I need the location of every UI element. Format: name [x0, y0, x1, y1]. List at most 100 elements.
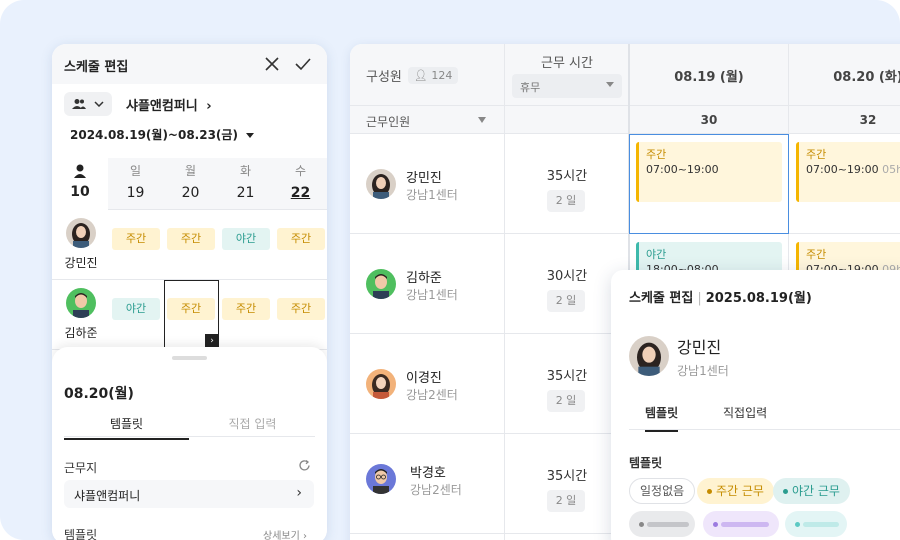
shift-chip[interactable]: 주간	[112, 228, 160, 250]
workplace-label: 근무지	[64, 461, 98, 475]
mobile-title: 스케줄 편집	[64, 60, 129, 75]
shift-chip[interactable]: 주간	[167, 228, 215, 250]
member-name[interactable]: 박경호	[410, 462, 446, 481]
member-name[interactable]: 김하준	[406, 267, 442, 286]
expand-arrow-icon[interactable]: ›	[205, 334, 219, 348]
day-column[interactable]: 수 22	[273, 162, 327, 201]
close-icon[interactable]	[264, 56, 280, 76]
avatar	[66, 218, 96, 248]
chevron-right-icon: ›	[296, 485, 302, 501]
date-range-selector[interactable]: 2024.08.19(월)~08.23(금)	[70, 126, 254, 143]
work-days: 2 일	[547, 190, 585, 212]
rest-filter-select[interactable]: 휴무	[512, 74, 622, 98]
shift-time: 07:00~19:00	[806, 163, 879, 176]
work-days: 2 일	[547, 290, 585, 312]
shift-block[interactable]: 주간 07:00~19:00 05h	[796, 142, 900, 202]
day-number: 20	[181, 185, 200, 201]
template-section-label: 템플릿	[629, 456, 663, 470]
day-header-row: 10 일 19 월 20 화 21 수 22	[52, 158, 327, 210]
person-icon	[74, 164, 86, 178]
bottom-sheet: 08.20(월) 템플릿 직접 입력 근무지 샤플앤컴퍼니 › 템플릿 상세보기…	[52, 347, 327, 540]
chip-day-shift[interactable]: 주간 근무	[697, 478, 774, 504]
table-row: 강민진 주간 주간 야간 주간	[52, 210, 327, 280]
tab-direct-input[interactable]: 직접 입력	[190, 415, 315, 432]
popover-tabs: 템플릿 직접입력	[629, 402, 900, 432]
work-hours: 35시간	[546, 169, 588, 184]
shift-chip[interactable]: 야간	[222, 228, 270, 250]
caret-down-icon	[245, 133, 254, 138]
popover-person-dept: 강남1센터	[677, 364, 729, 378]
member-dept: 강남2센터	[410, 483, 462, 497]
refresh-icon[interactable]	[298, 459, 311, 472]
member-name[interactable]: 이경진	[406, 367, 442, 386]
member-column-header[interactable]: 구성원 👤︎ 124	[366, 66, 459, 85]
group-selector-button[interactable]	[64, 92, 112, 116]
day-column[interactable]: 월 20	[163, 162, 218, 201]
person-icon: 👤︎	[413, 69, 428, 82]
company-selector[interactable]: 샤플앤컴퍼니 ›	[126, 95, 212, 114]
day-name: 월	[184, 164, 197, 178]
work-time-header: 근무 시간	[541, 56, 593, 71]
detail-link-text: 상세보기	[263, 531, 300, 540]
workplace-field[interactable]: 샤플앤컴퍼니 ›	[64, 480, 314, 508]
mobile-schedule-panel: 스케줄 편집 샤플앤컴퍼니 › 2024.08.19(월)~08.23(금) 1…	[52, 44, 327, 540]
mobile-top-bar: 스케줄 편집	[52, 44, 327, 84]
tab-template[interactable]: 템플릿	[64, 415, 189, 440]
selected-cell-highlight[interactable]	[629, 134, 789, 234]
filter-caret-icon[interactable]	[478, 117, 486, 123]
popover-date: 2025.08.19(월)	[705, 291, 812, 306]
people-icon	[72, 99, 86, 109]
sheet-date: 08.20(월)	[64, 386, 134, 402]
check-icon[interactable]	[294, 56, 312, 76]
dot-icon	[639, 522, 644, 527]
chevron-right-icon: ›	[303, 531, 307, 540]
workplace-value: 샤플앤컴퍼니	[74, 489, 141, 503]
avatar	[629, 336, 669, 376]
staff-count-0819: 30	[700, 113, 718, 127]
day-name: 일	[129, 164, 142, 178]
people-count-cell: 10	[52, 158, 108, 210]
dot-icon	[707, 489, 712, 494]
placeholder-bar	[803, 522, 839, 527]
day-column[interactable]: 일 19	[108, 162, 163, 201]
tab-direct-input[interactable]: 직접입력	[723, 404, 767, 421]
chip-template-purple[interactable]	[703, 511, 779, 537]
shift-type: 주간	[806, 148, 827, 161]
shift-extra: 05h	[882, 163, 900, 176]
work-days: 2 일	[547, 490, 585, 512]
chip-template-gray[interactable]	[629, 511, 695, 537]
popover-title: 스케줄 편집 | 2025.08.19(월)	[629, 287, 812, 306]
popover-title-text: 스케줄 편집	[629, 291, 694, 306]
chip-template-teal[interactable]	[785, 511, 847, 537]
shift-chip[interactable]: 주간	[277, 228, 325, 250]
chevron-right-icon: ›	[206, 99, 212, 114]
shift-chip[interactable]: 야간	[112, 298, 160, 320]
member-name[interactable]: 강민진	[406, 167, 442, 186]
day-number: 22	[290, 185, 311, 201]
chip-day-label: 주간 근무	[716, 484, 764, 498]
date-header-0819[interactable]: 08.19 (월)	[631, 66, 787, 85]
work-days: 2 일	[547, 390, 585, 412]
dot-icon	[713, 522, 718, 527]
dot-icon	[795, 522, 800, 527]
date-header-0820[interactable]: 08.20 (화)	[790, 66, 900, 85]
day-column[interactable]: 화 21	[218, 162, 273, 201]
member-dept: 강남1센터	[406, 288, 458, 302]
chip-night-shift[interactable]: 야간 근무	[773, 478, 850, 504]
member-count-badge: 👤︎ 124	[407, 67, 459, 84]
chip-no-schedule[interactable]: 일정없음	[629, 478, 696, 504]
avatar	[366, 464, 396, 494]
member-name: 김하준	[64, 326, 98, 340]
detail-link[interactable]: 상세보기 ›	[263, 527, 307, 540]
selected-cell-highlight[interactable]: ›	[164, 280, 219, 348]
shift-chip[interactable]: 주간	[222, 298, 270, 320]
chip-night-label: 야간 근무	[792, 484, 840, 498]
shift-type: 주간	[806, 248, 827, 261]
company-name: 샤플앤컴퍼니	[126, 99, 198, 114]
shift-chip[interactable]: 주간	[277, 298, 325, 320]
title-separator: |	[697, 291, 702, 306]
tab-template[interactable]: 템플릿	[645, 404, 679, 432]
sheet-grab-handle[interactable]	[172, 356, 207, 360]
grid-header: 구성원 👤︎ 124 근무 시간 휴무 08.19 (월) 08.20 (화)	[350, 44, 900, 106]
member-label: 구성원	[366, 70, 402, 85]
